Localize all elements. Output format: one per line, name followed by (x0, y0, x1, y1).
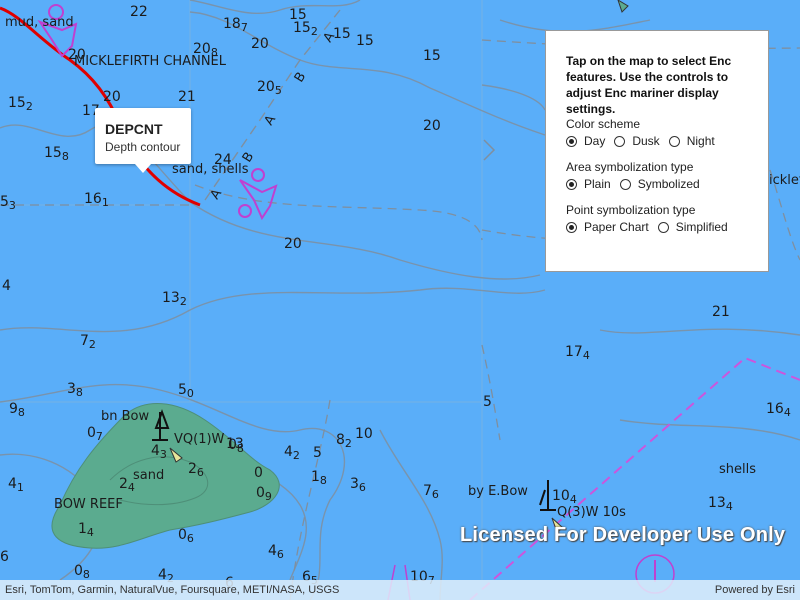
sounding-label: 20 (251, 36, 269, 52)
sounding-label: 161 (84, 191, 109, 209)
sounding-label: 72 (80, 333, 96, 351)
attribution-sources[interactable]: Esri, TomTom, Garmin, NaturalVue, Foursq… (5, 580, 339, 600)
sounding-label: 21 (178, 89, 196, 105)
sounding-label: 4 (2, 278, 11, 294)
buoy-label: by E.Bow (468, 484, 528, 499)
sounding-label: 158 (44, 145, 69, 163)
area-symbolization-options: Plain Symbolized (566, 177, 756, 191)
sounding-label: 09 (256, 485, 272, 503)
sounding-label: 26 (188, 461, 204, 479)
sounding-label: 187 (223, 16, 248, 34)
radio-plain-indicator[interactable] (566, 178, 577, 190)
sounding-label: 41 (8, 476, 24, 494)
sounding-label: 6 (0, 549, 9, 565)
color-scheme-options: Day Dusk Night (566, 134, 756, 148)
sounding-label: 15 (356, 33, 374, 49)
sounding-label: 5 (313, 445, 322, 461)
radio-night[interactable]: Night (668, 134, 715, 148)
light-label: Q(3)W 10s (557, 505, 626, 520)
sounding-label: 08 (228, 437, 244, 455)
radio-simplified[interactable]: Simplified (657, 220, 728, 234)
sounding-label: 134 (708, 495, 733, 513)
beacon-label: bn Bow (101, 409, 150, 424)
color-scheme-title: Color scheme (566, 117, 641, 131)
radio-dusk-label: Dusk (632, 134, 660, 148)
sounding-label: 18 (311, 469, 327, 487)
radio-plain-label: Plain (584, 177, 611, 191)
radio-symbolized-label: Symbolized (637, 177, 700, 191)
radio-simplified-indicator[interactable] (657, 221, 669, 233)
radio-day-indicator[interactable] (566, 135, 577, 147)
sounding-label: 22 (130, 4, 148, 20)
callout-title: DEPCNT (105, 121, 163, 137)
radio-dusk[interactable]: Dusk (614, 134, 660, 148)
point-symbolization-options: Paper Chart Simplified (566, 220, 756, 234)
place-label: icklefir (769, 173, 800, 188)
seabed-label: sand (133, 468, 165, 483)
sounding-label: 20 (103, 89, 121, 105)
radio-paper-chart-label: Paper Chart (584, 220, 649, 234)
sounding-label: 132 (162, 290, 187, 308)
sounding-label: 06 (178, 527, 194, 545)
sounding-label: 164 (766, 401, 791, 419)
sounding-label: 152 (293, 20, 318, 38)
radio-symbolized-indicator[interactable] (619, 178, 631, 190)
sounding-label: 10 (355, 426, 373, 442)
area-symbolization-title: Area symbolization type (566, 160, 694, 174)
sounding-label: 82 (336, 432, 352, 450)
radio-night-label: Night (686, 134, 715, 148)
sounding-label: 104 (552, 488, 577, 506)
sounding-label: 76 (423, 483, 439, 501)
sounding-label: 50 (178, 382, 194, 400)
sounding-label: 08 (74, 563, 90, 581)
feature-callout[interactable]: DEPCNT Depth contour (95, 108, 191, 173)
attribution-bar: Esri, TomTom, Garmin, NaturalVue, Foursq… (0, 580, 800, 600)
radio-paper-chart-indicator[interactable] (566, 221, 577, 233)
sounding-label: 98 (9, 401, 25, 419)
point-symbolization-title: Point symbolization type (566, 203, 696, 217)
sounding-label: 46 (268, 543, 284, 561)
reef-label: BOW REEF (54, 497, 123, 512)
sounding-label: 15 (423, 48, 441, 64)
seabed-label: sand, shells (172, 162, 249, 177)
sounding-label: 0 (254, 465, 263, 481)
sounding-label: 14 (78, 521, 94, 539)
radio-simplified-label: Simplified (675, 220, 728, 234)
sounding-label: 205 (257, 79, 282, 97)
radio-symbolized[interactable]: Symbolized (619, 177, 700, 191)
sounding-label: 53 (0, 194, 16, 212)
sounding-label: 152 (8, 95, 33, 113)
powered-by-esri[interactable]: Powered by Esri (715, 580, 795, 600)
sounding-label: 38 (67, 381, 83, 399)
enc-settings-panel: Tap on the map to select Enc features. U… (545, 30, 769, 272)
sounding-label: 42 (284, 444, 300, 462)
radio-day[interactable]: Day (566, 134, 605, 148)
radio-dusk-indicator[interactable] (614, 135, 626, 147)
sounding-label: 20 (284, 236, 302, 252)
sounding-label: 5 (483, 394, 492, 410)
sounding-label: 36 (350, 476, 366, 494)
sounding-label: 174 (565, 344, 590, 362)
sounding-label: 20 (423, 118, 441, 134)
radio-paper-chart[interactable]: Paper Chart (566, 220, 649, 234)
radio-day-label: Day (584, 134, 606, 148)
license-watermark: Licensed For Developer Use Only (460, 524, 786, 546)
sounding-label: 21 (712, 304, 730, 320)
seabed-label: mud, sand (5, 15, 74, 30)
radio-plain[interactable]: Plain (566, 177, 611, 191)
channel-label: MICKLEFIRTH CHANNEL (74, 54, 227, 69)
sounding-label: 07 (87, 425, 103, 443)
seabed-label: shells (719, 462, 757, 477)
light-label: VQ(1)W (174, 432, 225, 447)
radio-night-indicator[interactable] (668, 135, 680, 147)
sounding-label: 43 (151, 443, 167, 461)
callout-subtitle: Depth contour (105, 140, 181, 154)
panel-instructions: Tap on the map to select Enc features. U… (566, 54, 732, 116)
